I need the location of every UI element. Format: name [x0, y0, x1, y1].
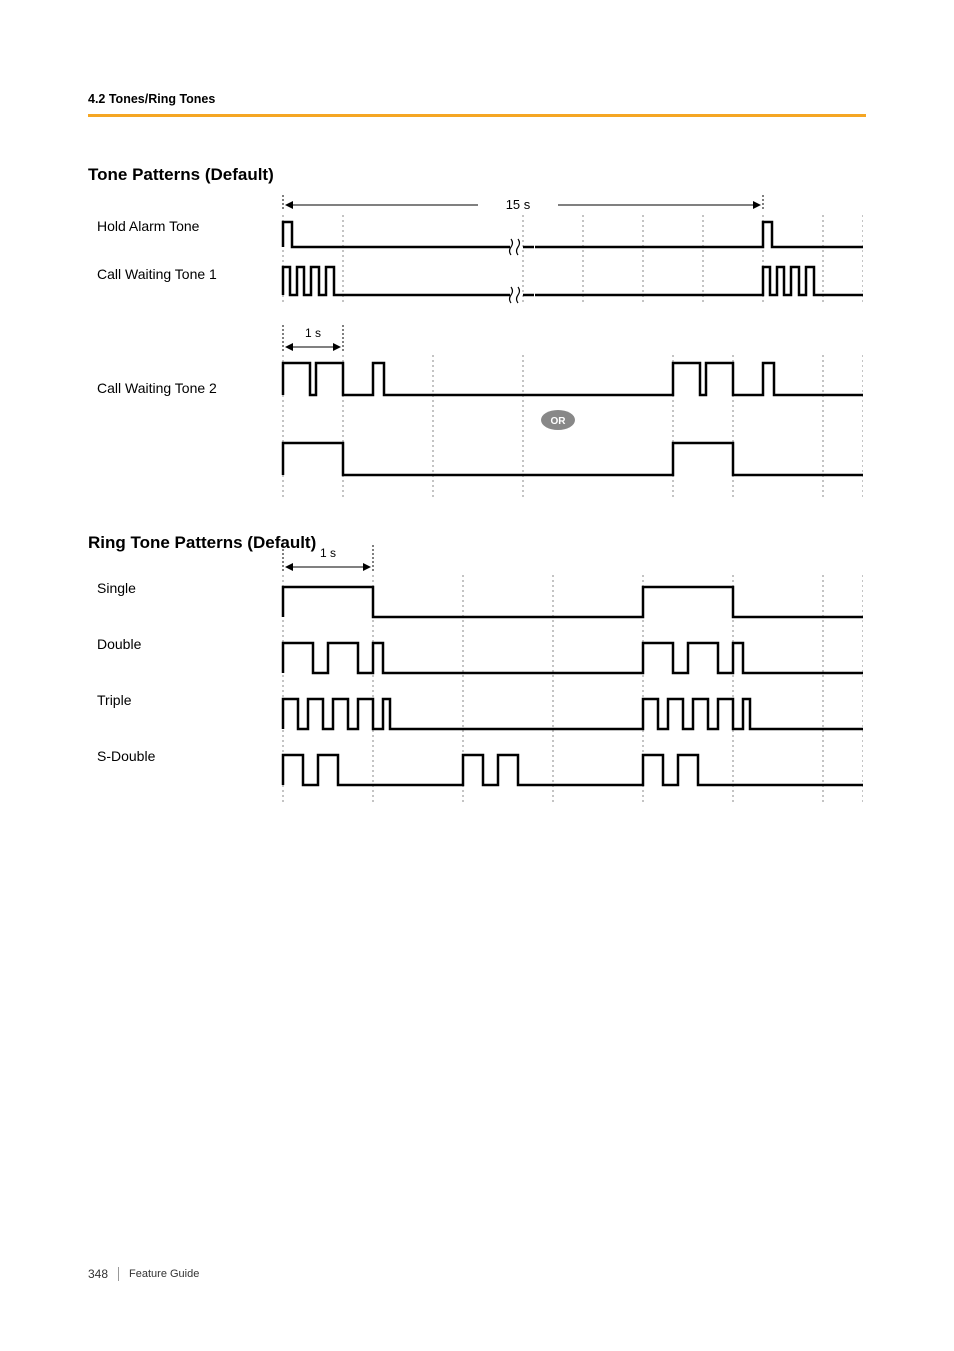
- footer-separator: [118, 1267, 119, 1281]
- page-header: 4.2 Tones/Ring Tones: [88, 92, 866, 117]
- tone-diagram: 15 s: [88, 195, 866, 505]
- tone-section-title: Tone Patterns (Default): [88, 165, 866, 185]
- label-single: Single: [97, 580, 136, 596]
- label-cw2: Call Waiting Tone 2: [97, 380, 217, 396]
- or-badge: OR: [551, 416, 567, 427]
- label-triple: Triple: [97, 692, 132, 708]
- label-1s-cw2: 1 s: [305, 326, 321, 340]
- label-15s: 15 s: [506, 197, 531, 212]
- label-cw1: Call Waiting Tone 1: [97, 266, 217, 282]
- section-path: 4.2 Tones/Ring Tones: [88, 92, 866, 106]
- label-s-double: S-Double: [97, 748, 155, 764]
- page-footer: 348 Feature Guide: [88, 1267, 199, 1281]
- label-hold-alarm: Hold Alarm Tone: [97, 218, 199, 234]
- label-double: Double: [97, 636, 141, 652]
- doc-title: Feature Guide: [129, 1268, 199, 1280]
- page-number: 348: [88, 1267, 108, 1281]
- label-1s-ring: 1 s: [320, 546, 336, 560]
- ring-diagram: 1 s: [88, 545, 866, 815]
- header-rule: [88, 114, 866, 117]
